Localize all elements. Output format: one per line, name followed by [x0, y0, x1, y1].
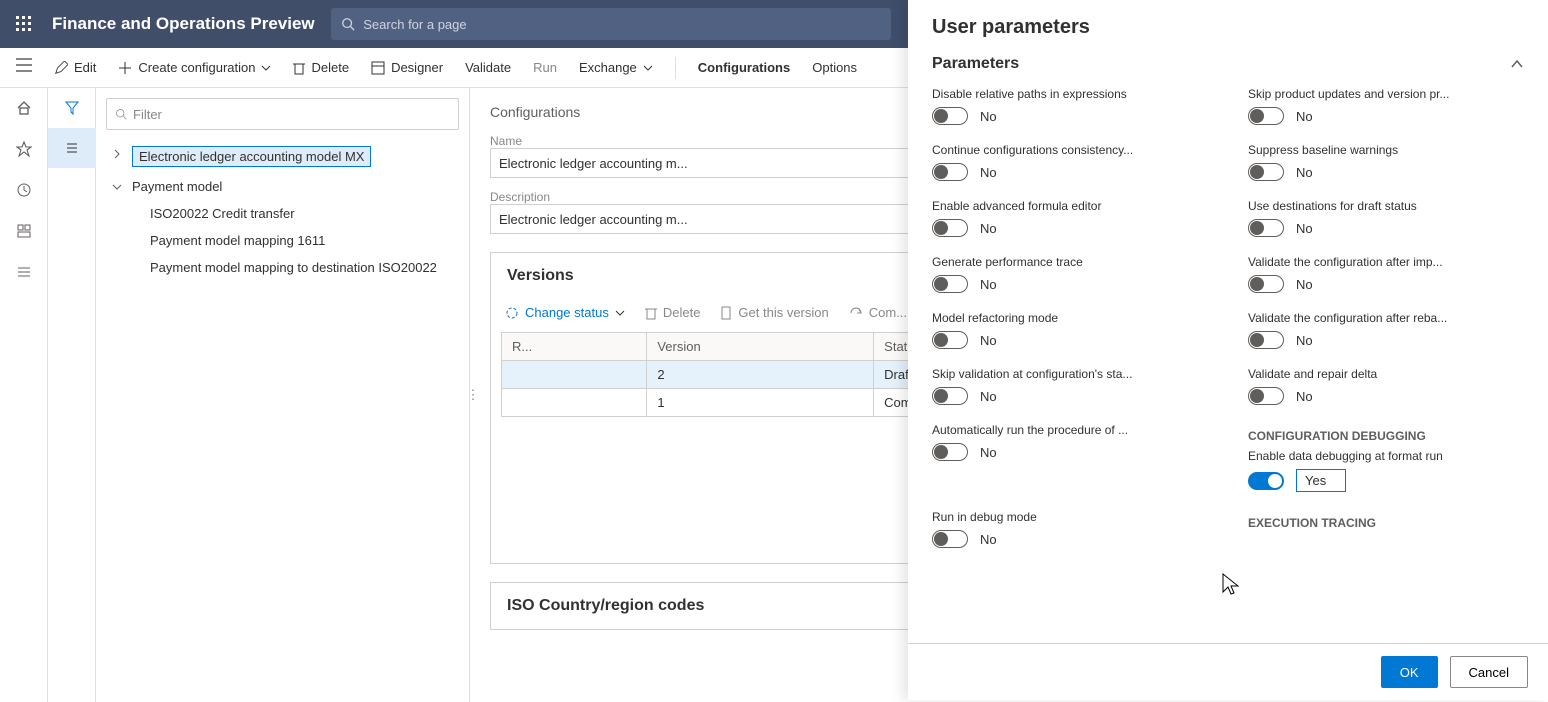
delete-button[interactable]: Delete	[293, 60, 349, 75]
toggle[interactable]	[1248, 107, 1284, 125]
left-nav-rail	[0, 88, 48, 702]
config-debugging-header: CONFIGURATION DEBUGGING	[1248, 429, 1524, 443]
edit-button[interactable]: Edit	[54, 60, 96, 75]
column-header[interactable]: R...	[502, 333, 647, 361]
cancel-button[interactable]: Cancel	[1450, 656, 1528, 688]
toggle[interactable]	[932, 331, 968, 349]
version-delete-button: Delete	[645, 305, 701, 320]
parameter: Model refactoring modeNo	[932, 311, 1208, 349]
parameter: Skip product updates and version pr...No	[1248, 87, 1524, 125]
filter-toggle[interactable]	[48, 88, 96, 128]
modules-icon[interactable]	[16, 264, 32, 283]
run-button: Run	[533, 60, 557, 75]
toggle[interactable]	[1248, 387, 1284, 405]
execution-tracing-header: EXECUTION TRACING	[1248, 516, 1524, 542]
parameter: Enable advanced formula editorNo	[932, 199, 1208, 237]
exchange-button[interactable]: Exchange	[579, 60, 653, 75]
compare-button: Com...	[849, 305, 907, 320]
chevron-up-icon[interactable]	[1510, 57, 1524, 71]
parameter: Use destinations for draft statusNo	[1248, 199, 1524, 237]
chevron-down-icon	[615, 308, 625, 318]
chevron-down-icon	[112, 182, 122, 192]
tree-node[interactable]: Electronic ledger accounting model MX	[106, 140, 459, 173]
parameter: Skip validation at configuration's sta..…	[932, 367, 1208, 405]
parameter: Generate performance traceNo	[932, 255, 1208, 293]
parameter: Disable relative paths in expressionsNo	[932, 87, 1208, 125]
toggle[interactable]	[1248, 472, 1284, 490]
toggle[interactable]	[932, 530, 968, 548]
configurations-tab[interactable]: Configurations	[698, 60, 790, 75]
change-status-button[interactable]: Change status	[505, 305, 625, 320]
tree-node[interactable]: ISO20022 Credit transfer	[106, 200, 459, 227]
workspaces-icon[interactable]	[16, 223, 32, 242]
flyout-title: User parameters	[932, 16, 1524, 39]
hamburger-icon[interactable]	[16, 58, 32, 75]
toggle[interactable]	[932, 443, 968, 461]
filter-input[interactable]: Filter	[106, 98, 459, 130]
designer-button[interactable]: Designer	[371, 60, 443, 75]
chevron-down-icon	[261, 63, 271, 73]
column-header[interactable]: Version	[647, 333, 874, 361]
user-parameters-panel: User parameters Parameters Disable relat…	[908, 0, 1548, 700]
chevron-down-icon	[643, 63, 653, 73]
recent-icon[interactable]	[16, 182, 32, 201]
app-title: Finance and Operations Preview	[52, 14, 315, 34]
chevron-right-icon	[112, 149, 122, 159]
toggle[interactable]	[932, 107, 968, 125]
parameter: Run in debug modeNo	[932, 510, 1208, 548]
toggle[interactable]	[932, 275, 968, 293]
home-icon[interactable]	[16, 100, 32, 119]
tree-node[interactable]: Payment model mapping 1611	[106, 227, 459, 254]
toggle[interactable]	[932, 219, 968, 237]
toggle[interactable]	[1248, 275, 1284, 293]
list-toggle[interactable]	[48, 128, 96, 168]
favorite-icon[interactable]	[16, 141, 32, 160]
parameter: Validate the configuration after imp...N…	[1248, 255, 1524, 293]
toggle[interactable]	[1248, 219, 1284, 237]
parameter: Continue configurations consistency...No	[932, 143, 1208, 181]
toggle[interactable]	[1248, 163, 1284, 181]
parameter: Automatically run the procedure of ...No	[932, 423, 1208, 492]
toggle[interactable]	[1248, 331, 1284, 349]
search-input[interactable]: Search for a page	[331, 8, 891, 40]
create-configuration-button[interactable]: Create configuration	[118, 60, 271, 75]
parameter: Enable data debugging at format runYes	[1248, 449, 1524, 492]
ok-button[interactable]: OK	[1381, 656, 1438, 688]
tree-node[interactable]: Payment model	[106, 173, 459, 200]
parameters-group-title: Parameters	[932, 55, 1019, 73]
toggle[interactable]	[932, 387, 968, 405]
parameter: Validate and repair deltaNo	[1248, 367, 1524, 405]
tree-panel: Filter Electronic ledger accounting mode…	[48, 88, 470, 702]
parameter: Validate the configuration after reba...…	[1248, 311, 1524, 349]
get-version-button: Get this version	[720, 305, 828, 320]
waffle-icon[interactable]	[8, 8, 40, 40]
toggle[interactable]	[932, 163, 968, 181]
search-placeholder: Search for a page	[363, 17, 466, 32]
tree-node[interactable]: Payment model mapping to destination ISO…	[106, 254, 459, 281]
validate-button[interactable]: Validate	[465, 60, 511, 75]
parameter: Suppress baseline warningsNo	[1248, 143, 1524, 181]
options-tab[interactable]: Options	[812, 60, 857, 75]
